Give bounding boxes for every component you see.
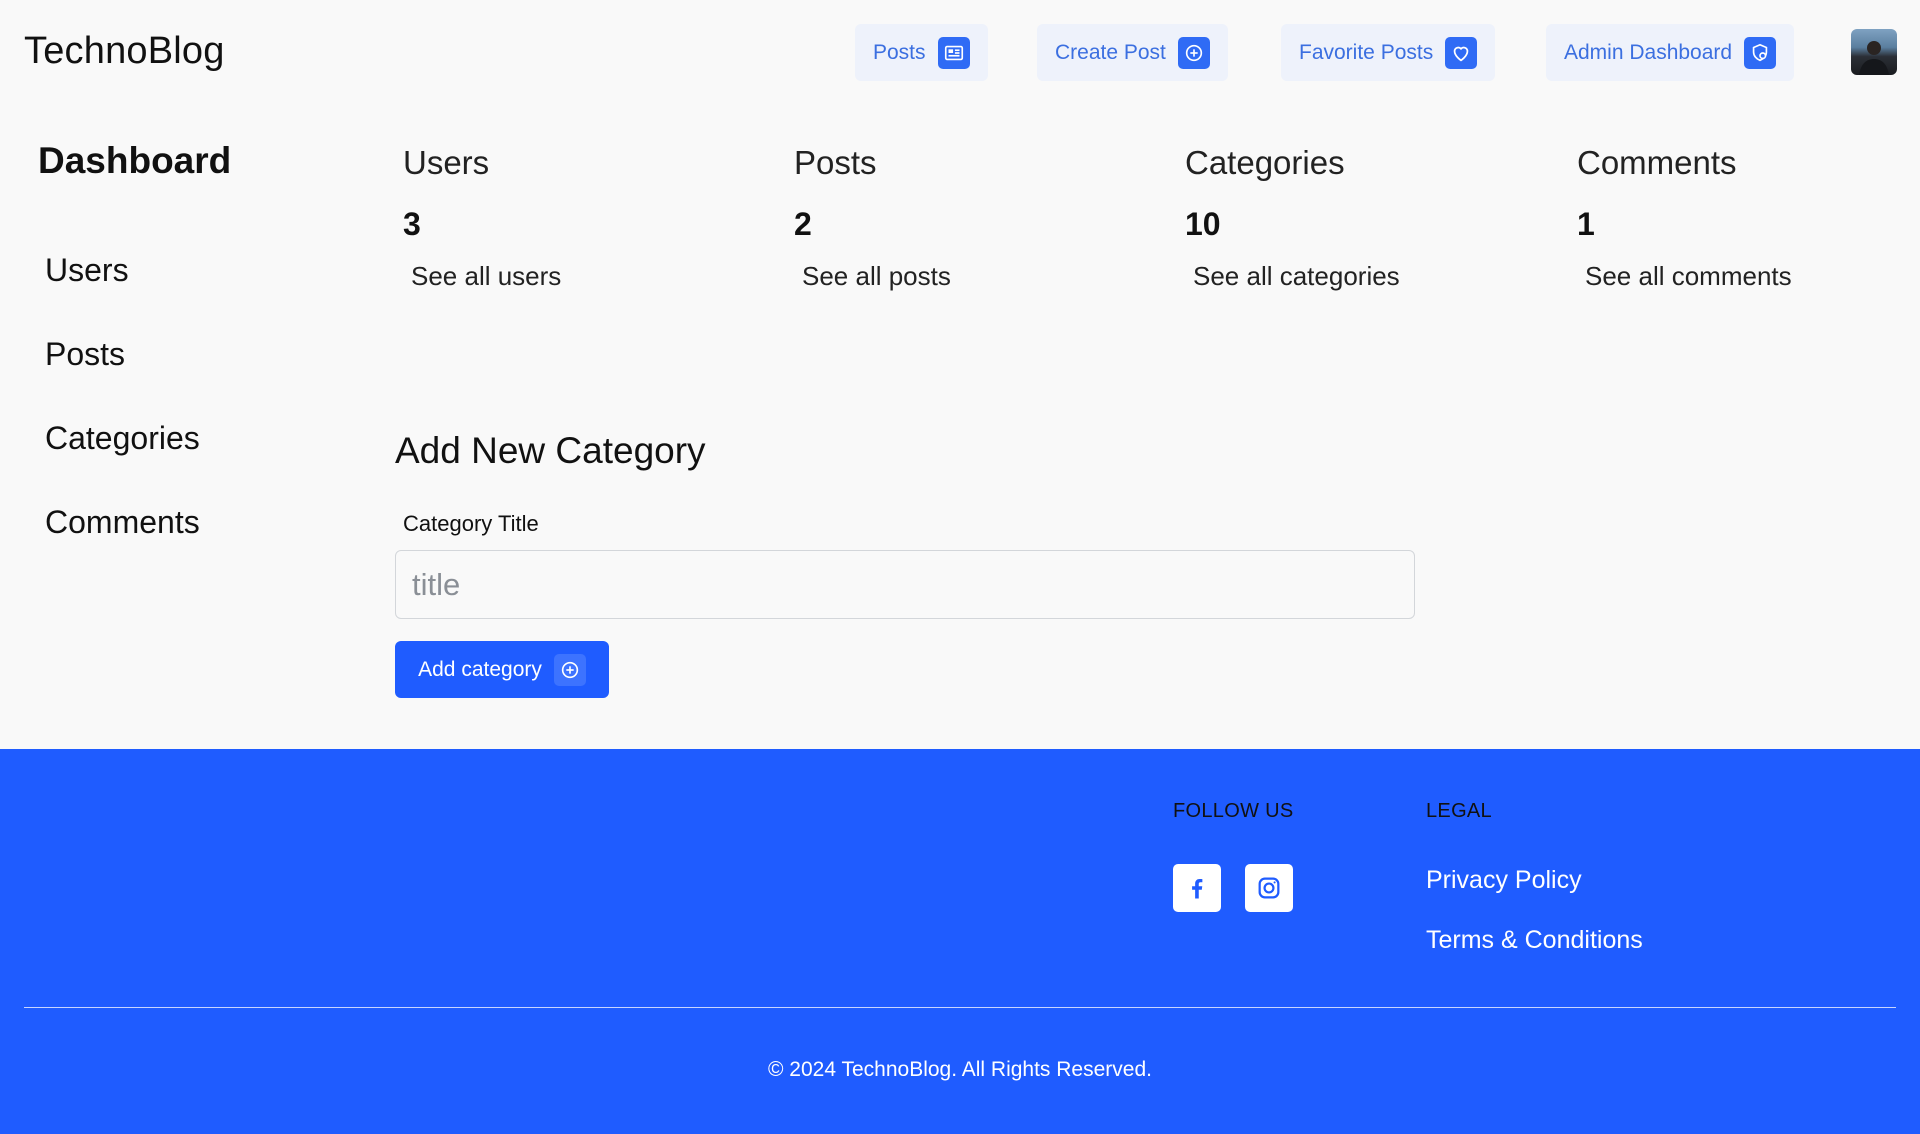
stat-label: Posts [794,144,877,181]
category-title-input[interactable] [395,550,1415,619]
user-avatar[interactable] [1851,29,1897,75]
sidebar-title: Dashboard [38,140,232,181]
legal-heading: LEGAL [1426,800,1492,822]
add-category-label: Add category [418,657,542,681]
footer-divider [24,1007,1896,1008]
instagram-button[interactable] [1245,864,1293,912]
stat-card-users: Users 3 See all users [403,144,763,292]
form-title: Add New Category [395,430,706,471]
nav-create-post-button[interactable]: Create Post [1037,24,1228,81]
facebook-button[interactable] [1173,864,1221,912]
stat-card-posts: Posts 2 See all posts [794,144,1154,292]
stat-label: Comments [1577,144,1737,181]
plus-circle-icon [1177,36,1210,69]
add-category-button[interactable]: Add category [395,641,609,698]
plus-circle-icon [553,653,586,686]
sidebar-item-posts[interactable]: Posts [45,336,125,373]
stat-value: 1 [1577,206,1595,242]
instagram-icon [1258,877,1280,899]
terms-conditions-link[interactable]: Terms & Conditions [1426,926,1643,955]
facebook-icon [1192,879,1203,899]
nav-create-post-label: Create Post [1055,40,1166,64]
admin-shield-icon [1744,36,1777,69]
nav-admin-dashboard-label: Admin Dashboard [1564,40,1733,64]
follow-us-heading: FOLLOW US [1173,800,1294,822]
see-all-users-link[interactable]: See all users [411,261,763,292]
sidebar-item-users[interactable]: Users [45,252,129,289]
stat-label: Users [403,144,490,181]
navbar: TechnoBlog Posts Create Post Favorite Po… [0,0,1920,106]
stat-card-comments: Comments 1 See all comments [1577,144,1920,292]
privacy-policy-link[interactable]: Privacy Policy [1426,866,1582,895]
nav-admin-dashboard-button[interactable]: Admin Dashboard [1546,24,1795,81]
heart-icon [1445,36,1478,69]
stat-label: Categories [1185,144,1345,181]
category-title-label: Category Title [403,511,539,536]
sidebar-item-categories[interactable]: Categories [45,420,200,457]
brand-logo[interactable]: TechnoBlog [24,30,225,73]
nav-posts-label: Posts [873,40,926,64]
nav-favorite-posts-button[interactable]: Favorite Posts [1281,24,1496,81]
nav-posts-button[interactable]: Posts [855,24,988,81]
see-all-categories-link[interactable]: See all categories [1193,261,1545,292]
stat-value: 10 [1185,206,1221,242]
stat-value: 3 [403,206,421,242]
sidebar-item-comments[interactable]: Comments [45,504,200,541]
stat-card-categories: Categories 10 See all categories [1185,144,1545,292]
newspaper-icon [937,36,970,69]
stat-value: 2 [794,206,812,242]
copyright-text: © 2024 TechnoBlog. All Rights Reserved. [768,1058,1152,1081]
see-all-comments-link[interactable]: See all comments [1585,261,1920,292]
nav-favorite-posts-label: Favorite Posts [1299,40,1434,64]
see-all-posts-link[interactable]: See all posts [802,261,1154,292]
